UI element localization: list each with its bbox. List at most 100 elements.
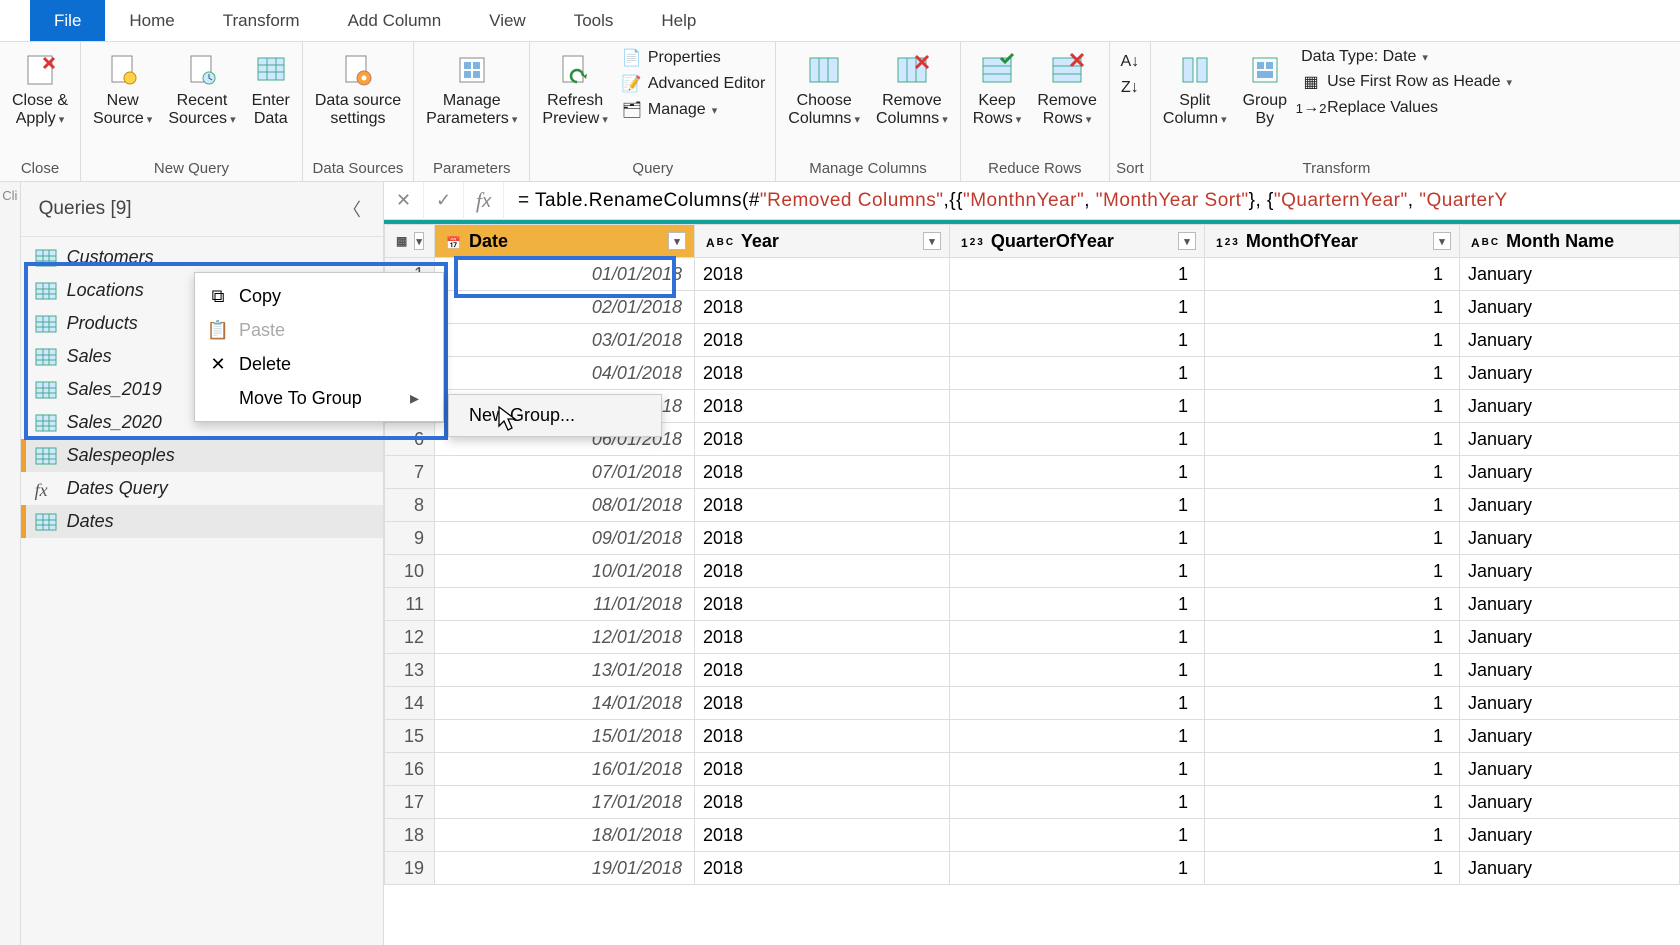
cell-monthname[interactable]: January [1460,489,1680,522]
cell-date[interactable]: 09/01/2018 [435,522,695,555]
table-row[interactable]: 909/01/2018201811January [385,522,1680,555]
cell-moy[interactable]: 1 [1205,324,1460,357]
cell-qoy[interactable]: 1 [950,720,1205,753]
tab-home[interactable]: Home [105,0,198,41]
cell-monthname[interactable]: January [1460,555,1680,588]
cell-monthname[interactable]: January [1460,852,1680,885]
cell-date[interactable]: 07/01/2018 [435,456,695,489]
cell-moy[interactable]: 1 [1205,720,1460,753]
cell-qoy[interactable]: 1 [950,489,1205,522]
cell-year[interactable]: 2018 [695,357,950,390]
cell-monthname[interactable]: January [1460,456,1680,489]
cell-moy[interactable]: 1 [1205,753,1460,786]
cell-year[interactable]: 2018 [695,654,950,687]
cell-monthname[interactable]: January [1460,522,1680,555]
table-row[interactable]: 808/01/2018201811January [385,489,1680,522]
cell-date[interactable]: 17/01/2018 [435,786,695,819]
cell-moy[interactable]: 1 [1205,687,1460,720]
cell-monthname[interactable]: January [1460,324,1680,357]
cell-date[interactable]: 01/01/2018 [435,258,695,291]
cell-qoy[interactable]: 1 [950,390,1205,423]
cell-monthname[interactable]: January [1460,357,1680,390]
manage-parameters-button[interactable]: ManageParameters [418,44,525,133]
formula-text[interactable]: = Table.RenameColumns(#"Removed Columns"… [504,189,1522,212]
replace-values-button[interactable]: 1→2Replace Values [1301,98,1512,118]
cell-year[interactable]: 2018 [695,390,950,423]
cell-year[interactable]: 2018 [695,258,950,291]
tab-file[interactable]: File [30,0,105,41]
formula-fx-button[interactable]: fx [464,182,504,220]
ctx-delete[interactable]: ✕Delete [195,347,443,381]
cell-moy[interactable]: 1 [1205,786,1460,819]
keep-rows-button[interactable]: KeepRows [965,44,1030,133]
cell-moy[interactable]: 1 [1205,357,1460,390]
close-and-apply-button[interactable]: Close &Apply [4,44,76,133]
column-header-date[interactable]: 📅 Date▾ [435,225,695,258]
cell-year[interactable]: 2018 [695,753,950,786]
table-row[interactable]: 1313/01/2018201811January [385,654,1680,687]
query-item-customers[interactable]: Customers [21,241,383,274]
query-item-dates query[interactable]: fxDates Query [21,472,383,505]
cell-date[interactable]: 08/01/2018 [435,489,695,522]
cell-qoy[interactable]: 1 [950,687,1205,720]
cell-year[interactable]: 2018 [695,555,950,588]
ctx-new-group[interactable]: New Group... [449,399,661,432]
table-row[interactable]: 1818/01/2018201811January [385,819,1680,852]
table-row[interactable]: 1515/01/2018201811January [385,720,1680,753]
rownum-header[interactable]: ▦▾ [385,225,435,258]
cell-year[interactable]: 2018 [695,588,950,621]
properties-button[interactable]: 📄Properties [622,48,765,68]
cell-date[interactable]: 16/01/2018 [435,753,695,786]
cell-date[interactable]: 19/01/2018 [435,852,695,885]
tab-help[interactable]: Help [637,0,720,41]
cell-moy[interactable]: 1 [1205,852,1460,885]
ctx-move-to-group[interactable]: Move To Group [195,381,443,415]
cell-year[interactable]: 2018 [695,291,950,324]
recent-sources-button[interactable]: RecentSources [160,44,243,133]
cell-date[interactable]: 04/01/2018 [435,357,695,390]
cell-monthname[interactable]: January [1460,621,1680,654]
cell-moy[interactable]: 1 [1205,588,1460,621]
cell-monthname[interactable]: January [1460,390,1680,423]
query-item-dates[interactable]: Dates [21,505,383,538]
filter-year-button[interactable]: ▾ [923,232,941,250]
cell-qoy[interactable]: 1 [950,291,1205,324]
cell-date[interactable]: 14/01/2018 [435,687,695,720]
cell-moy[interactable]: 1 [1205,522,1460,555]
table-row[interactable]: 707/01/2018201811January [385,456,1680,489]
remove-columns-button[interactable]: RemoveColumns [868,44,956,133]
queries-collapse-button[interactable]: 〈 [339,192,365,226]
cell-monthname[interactable]: January [1460,819,1680,852]
cell-qoy[interactable]: 1 [950,555,1205,588]
formula-cancel-button[interactable]: ✕ [384,182,424,220]
cell-year[interactable]: 2018 [695,819,950,852]
cell-qoy[interactable]: 1 [950,621,1205,654]
cell-qoy[interactable]: 1 [950,357,1205,390]
cell-year[interactable]: 2018 [695,324,950,357]
filter-date-button[interactable]: ▾ [668,232,686,250]
column-header-moy[interactable]: 123 MonthOfYear▾ [1205,225,1460,258]
cell-moy[interactable]: 1 [1205,654,1460,687]
cell-moy[interactable]: 1 [1205,291,1460,324]
cell-qoy[interactable]: 1 [950,654,1205,687]
table-row[interactable]: 303/01/2018201811January [385,324,1680,357]
split-column-button[interactable]: SplitColumn [1155,44,1235,133]
cell-date[interactable]: 13/01/2018 [435,654,695,687]
cell-moy[interactable]: 1 [1205,621,1460,654]
data-source-settings-button[interactable]: Data sourcesettings [307,44,409,133]
cell-monthname[interactable]: January [1460,588,1680,621]
cell-qoy[interactable]: 1 [950,819,1205,852]
cell-monthname[interactable]: January [1460,291,1680,324]
cell-year[interactable]: 2018 [695,687,950,720]
cell-monthname[interactable]: January [1460,720,1680,753]
table-row[interactable]: 202/01/2018201811January [385,291,1680,324]
query-item-salespeoples[interactable]: Salespeoples [21,439,383,472]
first-row-headers-button[interactable]: ▦Use First Row as Heade [1301,72,1512,92]
table-row[interactable]: 1717/01/2018201811January [385,786,1680,819]
advanced-editor-button[interactable]: 📝Advanced Editor [622,74,765,94]
cell-qoy[interactable]: 1 [950,456,1205,489]
cell-date[interactable]: 02/01/2018 [435,291,695,324]
column-header-monthname[interactable]: ABC Month Name [1460,225,1680,258]
table-row[interactable]: 1616/01/2018201811January [385,753,1680,786]
cell-moy[interactable]: 1 [1205,423,1460,456]
